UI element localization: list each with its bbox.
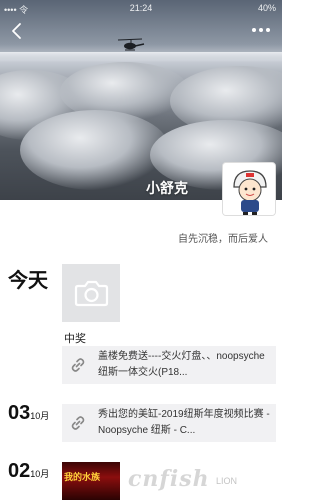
link-icon <box>71 358 85 372</box>
link-title: 盖楼免费送----交火灯盘、、noopsyche纽斯一体交火(P18... <box>98 351 265 378</box>
status-time: 21:24 <box>129 3 153 13</box>
helicopter-icon <box>117 38 145 51</box>
timeline-date-today: 今天 <box>8 264 48 293</box>
thumbnail-title: 我的水族 <box>64 472 101 482</box>
camera-icon <box>74 280 109 307</box>
chevron-left-icon[interactable] <box>8 22 26 40</box>
profile-signature: 自先沉稳，而后爱人 <box>178 234 268 245</box>
day-number: 03 <box>8 402 31 424</box>
horizon-glow <box>0 52 282 62</box>
shared-link-card[interactable]: 盖楼免费送----交火灯盘、、noopsyche纽斯一体交火(P18... <box>62 346 276 384</box>
shared-link-card[interactable]: 秀出您的美缸-2019纽斯年度视频比赛 - Noopsyche 纽斯 - C..… <box>62 404 276 442</box>
post-caption: 中奖 <box>64 333 86 345</box>
avatar[interactable] <box>222 162 276 216</box>
status-bar: •••• 令 21:24 40% <box>0 0 282 16</box>
profile-nickname: 小舒克 <box>146 180 188 196</box>
link-icon <box>71 416 85 430</box>
avatar-cartoon-icon <box>223 163 275 215</box>
timeline-date: 0310月 <box>8 402 49 425</box>
month-label: 10月 <box>30 411 50 421</box>
day-label: 今天 <box>8 270 48 292</box>
more-dots-icon[interactable] <box>250 24 272 36</box>
timeline-date: 0210月 <box>8 460 49 483</box>
battery-level: 40% <box>257 3 276 13</box>
watermark-sub: LION <box>216 476 238 486</box>
link-title: 秀出您的美缸-2019纽斯年度视频比赛 - Noopsyche 纽斯 - C..… <box>98 409 270 436</box>
watermark: cnfish <box>128 466 210 492</box>
photo-thumbnail[interactable] <box>62 264 120 322</box>
month-label: 10月 <box>30 469 50 479</box>
day-number: 02 <box>8 460 31 482</box>
video-thumbnail[interactable]: 我的水族 <box>62 462 120 500</box>
